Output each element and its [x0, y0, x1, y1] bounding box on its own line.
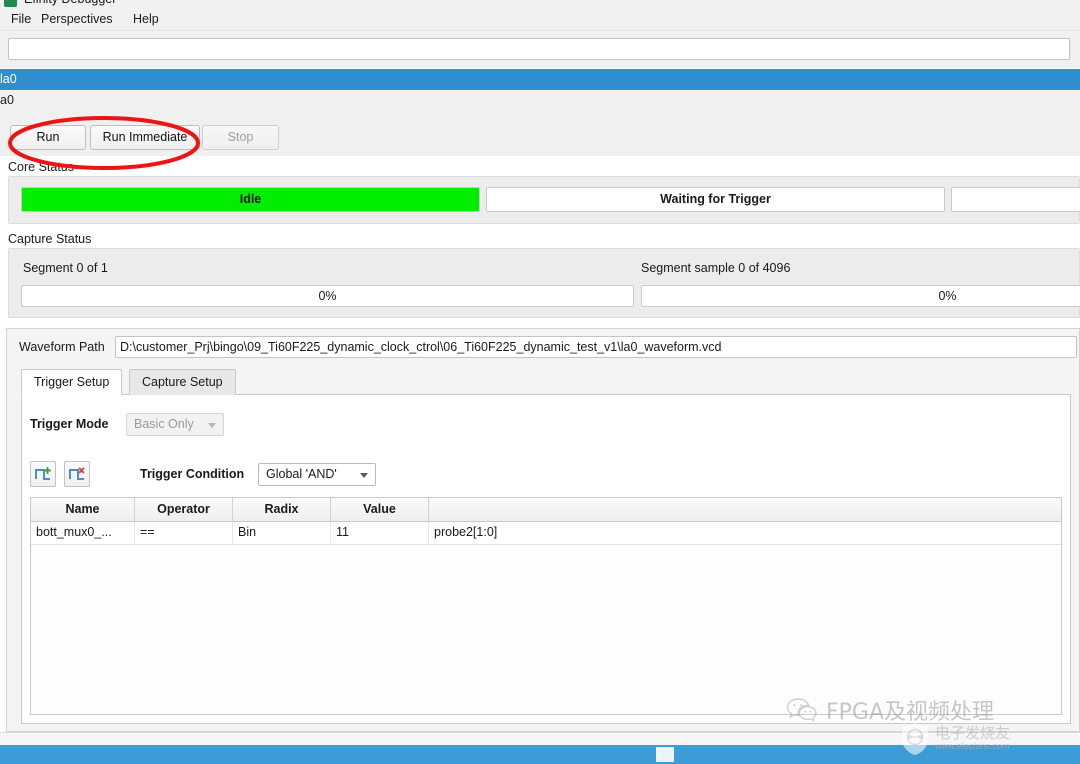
- run-button[interactable]: Run: [10, 125, 86, 150]
- trigger-setup-panel: Trigger Mode Basic Only Trigger Conditio…: [21, 394, 1071, 724]
- core-status-third: [951, 187, 1080, 212]
- cell-radix[interactable]: Bin: [233, 522, 331, 544]
- cell-name[interactable]: bott_mux0_...: [31, 522, 135, 544]
- table-header-row: Name Operator Radix Value: [31, 498, 1061, 522]
- cell-probe[interactable]: probe2[1:0]: [429, 522, 1061, 544]
- menu-item-file[interactable]: File: [6, 11, 36, 27]
- tabstrip: Trigger Setup Capture Setup: [21, 369, 1071, 396]
- chevron-down-icon: [208, 423, 216, 428]
- core-status-idle: Idle: [21, 187, 480, 212]
- segment-sample-label: Segment sample 0 of 4096: [641, 261, 791, 275]
- trigger-table: Name Operator Radix Value bott_mux0_... …: [30, 497, 1062, 715]
- waveform-path-label: Waveform Path: [19, 340, 105, 354]
- remove-trigger-waveform-icon[interactable]: [64, 461, 90, 487]
- main-panel: Waveform Path Trigger Setup Capture Setu…: [6, 328, 1080, 732]
- control-button-bar: Run Run Immediate Stop: [0, 111, 1080, 156]
- window-bottom-strip: [0, 732, 1080, 746]
- trigger-condition-dropdown[interactable]: Global 'AND': [258, 463, 376, 486]
- window-title: Efinity Debugger: [24, 0, 116, 6]
- cell-operator[interactable]: ==: [135, 522, 233, 544]
- menu-item-perspectives[interactable]: Perspectives: [36, 11, 118, 27]
- column-header-value[interactable]: Value: [331, 498, 429, 521]
- window-titlebar: Efinity Debugger: [0, 0, 1080, 8]
- column-header-probe[interactable]: [429, 498, 1061, 521]
- trigger-condition-label: Trigger Condition: [140, 467, 245, 481]
- column-header-name[interactable]: Name: [31, 498, 135, 521]
- tree-item-la0[interactable]: la0: [0, 69, 1080, 90]
- column-header-operator[interactable]: Operator: [135, 498, 233, 521]
- chevron-down-icon: [360, 473, 368, 478]
- segment-count-label: Segment 0 of 1: [23, 261, 108, 275]
- segment-progress-bar: 0%: [21, 285, 634, 307]
- tab-trigger-setup[interactable]: Trigger Setup: [21, 369, 123, 395]
- tab-capture-setup[interactable]: Capture Setup: [129, 369, 236, 395]
- add-trigger-waveform-icon[interactable]: [30, 461, 56, 487]
- core-status-trigger: Waiting for Trigger: [486, 187, 945, 212]
- core-status-group: Idle Waiting for Trigger: [8, 176, 1080, 224]
- cell-value[interactable]: 11: [331, 522, 429, 544]
- tree-item-a0[interactable]: a0: [0, 90, 1080, 111]
- add-trigger-waveform-glyph: [35, 467, 51, 480]
- filter-input[interactable]: [8, 38, 1070, 60]
- trigger-condition-value: Global 'AND': [266, 467, 337, 481]
- trigger-mode-value: Basic Only: [134, 417, 194, 431]
- waveform-path-input[interactable]: [115, 336, 1077, 358]
- remove-trigger-waveform-glyph: [69, 467, 85, 480]
- menu-item-help[interactable]: Help: [128, 11, 164, 27]
- filter-bar: [0, 31, 1080, 68]
- segment-sample-progress-bar: 0%: [641, 285, 1080, 307]
- core-status-label: Core Status: [8, 160, 75, 174]
- taskbar: [0, 745, 1080, 764]
- capture-status-label: Capture Status: [8, 232, 92, 246]
- trigger-mode-dropdown[interactable]: Basic Only: [126, 413, 224, 436]
- taskbar-tile-icon[interactable]: [656, 747, 674, 762]
- run-immediate-button[interactable]: Run Immediate: [90, 125, 200, 150]
- stop-button[interactable]: Stop: [202, 125, 279, 150]
- app-logo-icon: [4, 0, 17, 7]
- waveform-path-row: Waveform Path: [7, 335, 1079, 361]
- capture-status-group: Segment 0 of 1 Segment sample 0 of 4096 …: [8, 248, 1080, 318]
- table-row[interactable]: bott_mux0_... == Bin 11 probe2[1:0]: [31, 522, 1061, 545]
- menubar: File Perspectives Help: [0, 8, 1080, 31]
- tree-item-a0-label: a0: [0, 93, 14, 107]
- tree-item-la0-label: la0: [0, 72, 17, 86]
- column-header-radix[interactable]: Radix: [233, 498, 331, 521]
- trigger-mode-label: Trigger Mode: [30, 417, 109, 431]
